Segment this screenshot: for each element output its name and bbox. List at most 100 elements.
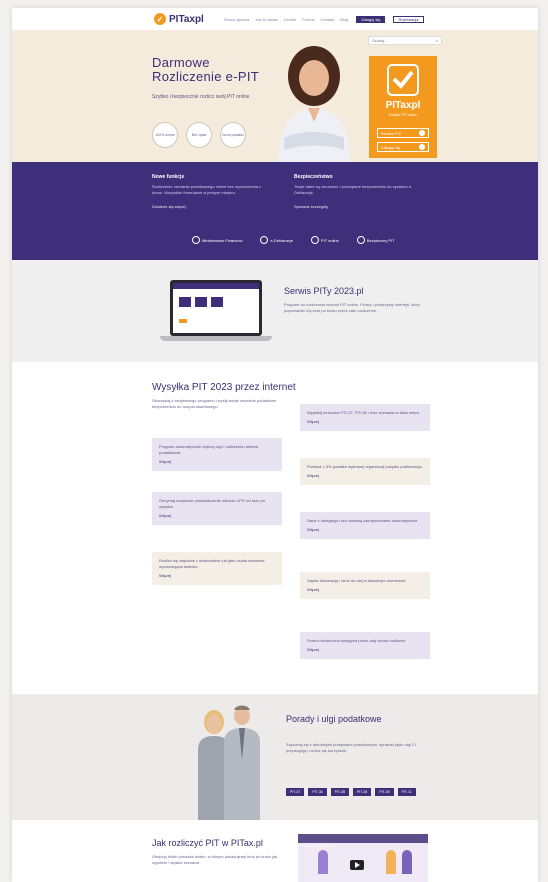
- laptop-screen: [170, 280, 262, 336]
- feature-card: Zapisz deklarację i wróć do niej w dowol…: [300, 572, 430, 599]
- panel-start-label: Rozlicz PIT: [381, 130, 402, 136]
- logo-check-icon: ✓: [154, 13, 166, 25]
- form-button-pit28[interactable]: PIT-28: [352, 788, 372, 796]
- checkmark-icon: [387, 64, 419, 96]
- feature-card-link[interactable]: Więcej: [307, 419, 423, 425]
- form-button-pit11[interactable]: PIT-11: [397, 788, 416, 796]
- feature-card: Przekaż 1,5% podatku wybranej organizacj…: [300, 458, 430, 485]
- product-text: Program do rozliczania zeznań PIT online…: [284, 302, 420, 313]
- advice-title: Porady i ulgi podatkowe: [286, 714, 382, 724]
- feature-card-link[interactable]: Więcej: [307, 527, 423, 533]
- login-button[interactable]: Zaloguj się: [356, 15, 386, 23]
- hero-badges: 100% online Bez opłat Zwrot podatku: [152, 122, 246, 148]
- form-button-pit39[interactable]: PIT-39: [375, 788, 394, 796]
- panel-brand: PITaxpl: [385, 100, 421, 111]
- partner-4-label: Bezpieczny PIT: [366, 237, 395, 243]
- partner-logo-2: e-Deklaracje: [260, 236, 293, 244]
- info-column-1-text: Rozliczenie zeznania podatkowego online …: [152, 184, 262, 195]
- hero-section: Darmowe Rozliczenie e-PIT Szybko i bezpi…: [12, 30, 538, 162]
- arrow-icon: [419, 130, 425, 136]
- features-intro: Skorzystaj z bezpłatnego programu i wyśl…: [152, 398, 277, 409]
- emblem-icon: [310, 236, 319, 244]
- page: ✓ PITaxpl Strona główna Jak to działa Ce…: [12, 8, 538, 882]
- search-input[interactable]: Szukaj... ⌕: [368, 36, 442, 45]
- main-nav: Strona główna Jak to działa Cennik Pomoc…: [224, 17, 348, 22]
- feature-card: Pomoc techniczna dostępna przez cały sez…: [300, 632, 430, 659]
- feature-card-link[interactable]: Więcej: [159, 513, 275, 519]
- info-column-1: Nowe funkcje Rozliczenie zeznania podatk…: [152, 174, 272, 209]
- nav-item-home[interactable]: Strona główna: [224, 17, 250, 22]
- nav-item-contact[interactable]: Kontakt: [321, 17, 335, 22]
- illustration-figure: [318, 850, 328, 874]
- form-button-pit36[interactable]: PIT-36: [308, 788, 327, 796]
- logo[interactable]: ✓ PITaxpl: [154, 13, 204, 25]
- feature-card-text: Otrzymaj urzędowe poświadczenie odbioru …: [159, 498, 266, 509]
- top-navigation: ✓ PITaxpl Strona główna Jak to działa Ce…: [12, 8, 538, 30]
- partner-logo-3: PIT online: [310, 236, 339, 244]
- video-player[interactable]: Poradnik PITax.pl: [298, 834, 428, 882]
- panel-login-label: Zaloguj się: [381, 144, 401, 150]
- feature-card: Dane z ubiegłego roku zostaną zaimportow…: [300, 512, 430, 539]
- nav-item-how[interactable]: Jak to działa: [255, 17, 277, 22]
- hero-title: Darmowe Rozliczenie e-PIT: [152, 56, 259, 83]
- illustration-figure: [386, 850, 396, 874]
- badge-online: 100% online: [152, 122, 178, 148]
- video-section: Jak rozliczyć PIT w PITax.pl Obejrzyj kr…: [12, 820, 538, 882]
- video-section-title: Jak rozliczyć PIT w PITax.pl: [152, 838, 263, 848]
- partner-3-label: PIT online: [320, 237, 339, 243]
- panel-login-button[interactable]: Zaloguj się: [377, 142, 429, 152]
- play-icon[interactable]: [350, 860, 364, 870]
- feature-card: Wypełnij formularz PIT-37, PIT-36 i inne…: [300, 404, 430, 431]
- form-button-pit37[interactable]: PIT-37: [286, 788, 305, 796]
- form-button-pit38[interactable]: PIT-38: [330, 788, 349, 796]
- partner-logo-1: Ministerstwo Finansów: [192, 236, 242, 244]
- partner-logos: Ministerstwo Finansów e-Deklaracje PIT o…: [192, 236, 395, 244]
- info-column-2-text: Twoje dane są chronione i przesyłane bez…: [294, 184, 413, 195]
- feature-card-text: Przekaż 1,5% podatku wybranej organizacj…: [307, 464, 423, 469]
- hero-woman-photo: [278, 46, 350, 162]
- badge-free: Bez opłat: [186, 122, 212, 148]
- partner-1-label: Ministerstwo Finansów: [202, 237, 243, 243]
- register-button[interactable]: Rejestracja: [393, 15, 424, 23]
- video-title: Poradnik PITax.pl: [302, 843, 334, 848]
- info-column-2-link[interactable]: Sprawdź szczegóły: [294, 204, 414, 209]
- badge-refund: Zwrot podatku: [220, 122, 246, 148]
- advice-section: Porady i ulgi podatkowe Zapoznaj się z a…: [12, 694, 538, 820]
- business-people-photo: [198, 705, 260, 820]
- info-column-1-link[interactable]: Dowiedz się więcej: [152, 204, 272, 209]
- nav-item-blog[interactable]: Blog: [340, 17, 348, 22]
- info-band: Nowe funkcje Rozliczenie zeznania podatk…: [12, 162, 538, 260]
- product-title: Serwis PITy 2023.pl: [284, 286, 364, 296]
- search-placeholder: Szukaj...: [372, 38, 388, 43]
- info-column-2-title: Bezpieczeństwo: [294, 174, 333, 180]
- feature-card: Program automatycznie wyliczy ulgi i odl…: [152, 438, 282, 471]
- logo-text: PITaxpl: [169, 13, 204, 25]
- feature-card-link[interactable]: Więcej: [307, 587, 423, 593]
- emblem-icon: [356, 236, 365, 244]
- product-section: Serwis PITy 2023.pl Program do rozliczan…: [12, 260, 538, 362]
- partner-logo-4: Bezpieczny PIT: [356, 236, 395, 244]
- features-title: Wysyłka PIT 2023 przez internet: [152, 382, 296, 393]
- illustration-figure: [402, 850, 412, 874]
- feature-card-link[interactable]: Więcej: [159, 573, 275, 579]
- feature-card-link[interactable]: Więcej: [307, 647, 423, 653]
- info-column-2: Bezpieczeństwo Twoje dane są chronione i…: [294, 174, 414, 209]
- emblem-icon: [192, 236, 200, 244]
- feature-card-text: Rozlicz się wspólnie z małżonkiem lub ja…: [159, 558, 265, 569]
- partner-2-label: e-Deklaracje: [270, 237, 293, 243]
- panel-start-button[interactable]: Rozlicz PIT: [377, 128, 429, 138]
- emblem-icon: [260, 236, 269, 244]
- arrow-icon: [419, 144, 425, 150]
- feature-card-text: Pomoc techniczna dostępna przez cały sez…: [307, 638, 407, 643]
- nav-item-pricing[interactable]: Cennik: [284, 17, 296, 22]
- video-section-text: Obejrzyj krótki poradnik wideo, w którym…: [152, 854, 278, 865]
- hero-title-line2: Rozliczenie e-PIT: [152, 68, 259, 84]
- search-icon[interactable]: ⌕: [436, 38, 438, 43]
- hero-subtitle: Szybko i bezpiecznie rozlicz swój PIT on…: [152, 94, 250, 100]
- feature-card-text: Zapisz deklarację i wróć do niej w dowol…: [307, 578, 407, 583]
- features-section: Wysyłka PIT 2023 przez internet Skorzyst…: [12, 362, 538, 694]
- nav-item-help[interactable]: Pomoc: [302, 17, 314, 22]
- feature-card-link[interactable]: Więcej: [307, 473, 423, 479]
- feature-card-link[interactable]: Więcej: [159, 459, 275, 465]
- laptop-image: [160, 280, 272, 344]
